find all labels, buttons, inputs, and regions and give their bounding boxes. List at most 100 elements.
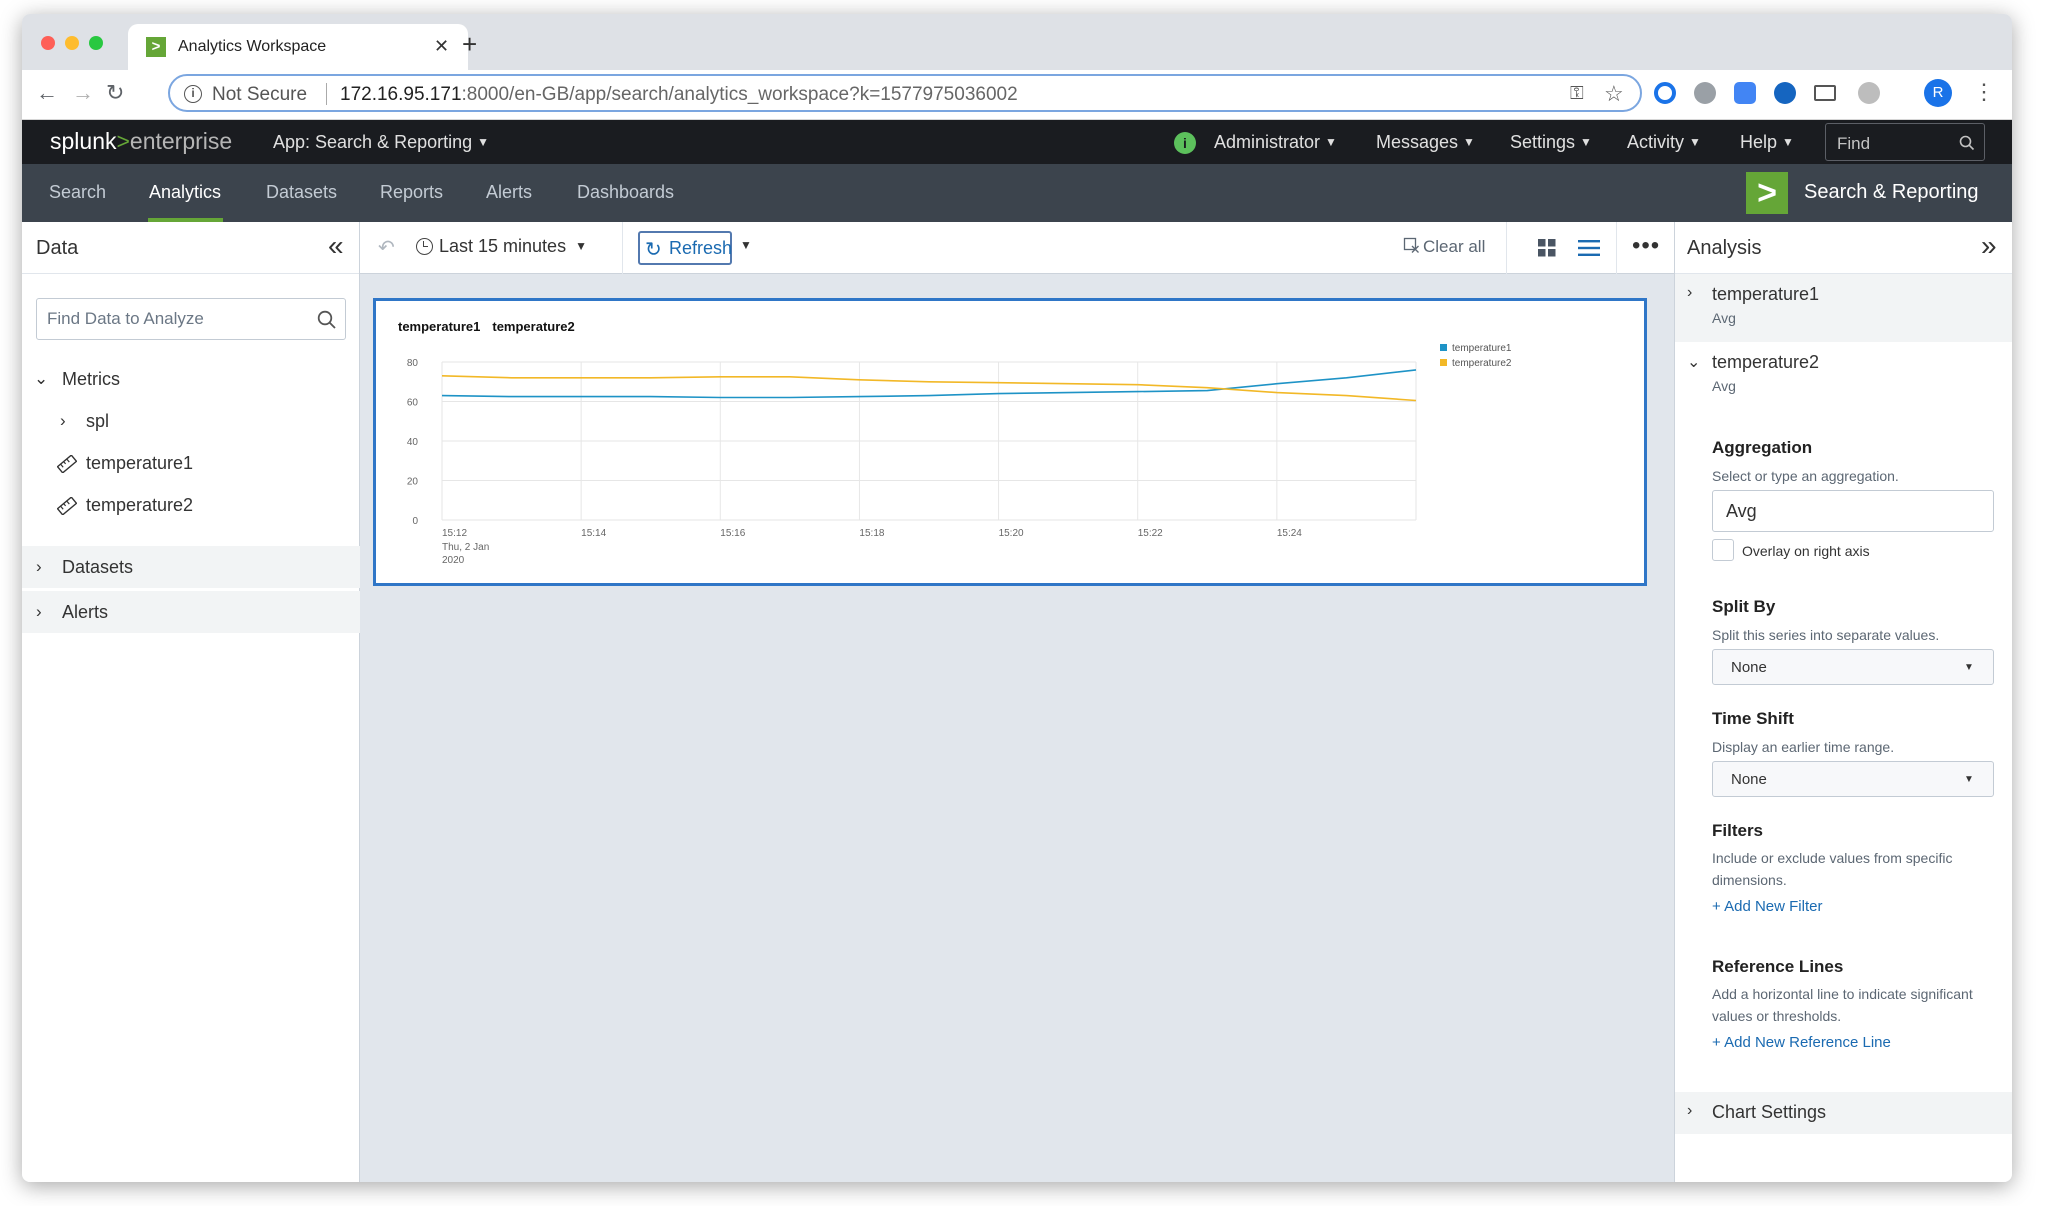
tree-label: temperature1 xyxy=(86,453,194,473)
tree-alerts[interactable]: › Alerts xyxy=(22,591,360,633)
extension-circle-icon[interactable] xyxy=(1654,82,1676,104)
extension-c-icon[interactable] xyxy=(1858,82,1880,104)
aggregation-input[interactable]: Avg xyxy=(1712,490,1994,532)
cast-icon[interactable] xyxy=(1814,85,1836,101)
activity-menu[interactable]: Activity ▼ xyxy=(1627,132,1701,153)
nav-datasets[interactable]: Datasets xyxy=(266,182,337,203)
tree-metric-temperature2[interactable]: temperature2 xyxy=(22,484,360,526)
tree-label: temperature2 xyxy=(86,495,194,515)
close-tab-icon[interactable]: ✕ xyxy=(434,36,449,57)
key-icon[interactable]: ⚿ xyxy=(1570,83,1584,104)
caret-down-icon: ▼ xyxy=(1580,135,1592,149)
tree-metrics[interactable]: ⌄ Metrics xyxy=(22,358,360,400)
y-tick-label: 0 xyxy=(412,516,418,527)
find-input[interactable]: Find xyxy=(1825,123,1985,161)
add-filter-link[interactable]: + Add New Filter xyxy=(1712,898,1822,915)
add-reference-line-link[interactable]: + Add New Reference Line xyxy=(1712,1034,1891,1051)
browser-tab[interactable]: > Analytics Workspace ✕ xyxy=(128,24,468,70)
close-window-button[interactable] xyxy=(41,36,55,50)
extension-video-icon[interactable] xyxy=(1734,82,1756,104)
find-data-input[interactable] xyxy=(47,307,307,331)
administrator-menu[interactable]: Administrator ▼ xyxy=(1214,132,1337,153)
browser-menu-icon[interactable]: ⋮ xyxy=(1973,78,1995,106)
tree-spl[interactable]: › spl xyxy=(22,400,360,442)
aggregation-value: Avg xyxy=(1726,501,1757,521)
extension-chat-icon[interactable] xyxy=(1774,82,1796,104)
nav-search[interactable]: Search xyxy=(49,182,106,203)
time-range-label: Last 15 minutes xyxy=(439,236,567,256)
chart-settings-section[interactable]: › Chart Settings xyxy=(1675,1092,2012,1134)
tree-metric-temperature1[interactable]: temperature1 xyxy=(22,442,360,484)
chevron-right-icon: › xyxy=(36,557,42,576)
tree-datasets[interactable]: › Datasets xyxy=(22,546,360,588)
app-brand-label[interactable]: Search & Reporting xyxy=(1804,181,1979,204)
x-tick-label: 15:12 xyxy=(442,528,467,539)
refresh-icon: ↻ xyxy=(645,239,662,261)
logo-enterprise: enterprise xyxy=(129,128,233,154)
time-range-picker[interactable]: Last 15 minutes ▼ xyxy=(416,236,587,257)
collapse-left-icon[interactable]: « xyxy=(328,232,344,260)
menu-label: Activity xyxy=(1627,132,1685,152)
clear-all-button[interactable]: Clear all xyxy=(1403,237,1485,257)
series-temperature1[interactable]: › temperature1 Avg xyxy=(1675,274,2012,342)
legend-swatch xyxy=(1440,359,1447,366)
chevron-right-icon: › xyxy=(60,411,66,430)
chart-panel[interactable]: temperature1 temperature2 0 20 40 60 80 15:12 1… xyxy=(373,298,1647,586)
analytics-workspace: Data « ⌄ Metrics › spl temperature1 t xyxy=(22,222,2012,1182)
toolbar-divider xyxy=(1616,222,1617,274)
security-label: Not Secure xyxy=(212,84,308,105)
toolbar-divider xyxy=(622,222,623,274)
menu-label: Help xyxy=(1740,132,1778,152)
messages-menu[interactable]: Messages ▼ xyxy=(1376,132,1475,153)
bookmark-star-icon[interactable]: ☆ xyxy=(1604,81,1624,107)
back-icon[interactable]: ← xyxy=(36,81,58,105)
address-bar[interactable]: i Not Secure 172.16.95.171:8000/en-GB/ap… xyxy=(168,74,1642,112)
list-view-icon[interactable] xyxy=(1578,239,1600,257)
info-icon[interactable]: i xyxy=(184,85,202,103)
nav-analytics[interactable]: Analytics xyxy=(149,182,221,203)
time-shift-help: Display an earlier time range. xyxy=(1712,739,1895,755)
extension-disc-icon[interactable] xyxy=(1694,82,1716,104)
find-data-search xyxy=(36,298,346,340)
app-menu[interactable]: App: Search & Reporting ▼ xyxy=(273,132,489,153)
more-options-icon[interactable]: ••• xyxy=(1632,232,1660,260)
overlay-right-axis-checkbox[interactable] xyxy=(1712,539,1734,561)
undo-icon[interactable]: ↶ xyxy=(378,235,395,260)
url-text[interactable]: 172.16.95.171:8000/en-GB/app/search/anal… xyxy=(340,84,1018,106)
split-by-select[interactable]: None ▼ xyxy=(1712,649,1994,685)
refresh-button[interactable]: ↻ Refresh xyxy=(638,231,732,265)
chevron-right-icon: › xyxy=(36,602,42,621)
tree-label: Alerts xyxy=(62,602,109,622)
settings-menu[interactable]: Settings ▼ xyxy=(1510,132,1592,153)
minimize-window-button[interactable] xyxy=(65,36,79,50)
help-menu[interactable]: Help ▼ xyxy=(1740,132,1794,153)
browser-toolbar: ← → ↻ i Not Secure 172.16.95.171:8000/en… xyxy=(22,70,2012,120)
chevron-right-icon: › xyxy=(1687,284,1693,301)
logo-splunk: splunk xyxy=(50,128,117,154)
collapse-right-icon[interactable]: » xyxy=(1981,232,1997,260)
grid-view-icon[interactable] xyxy=(1538,239,1556,257)
series-temperature2[interactable]: ⌄ temperature2 Avg xyxy=(1675,342,2012,410)
splunk-logo[interactable]: splunk>enterprise xyxy=(50,128,232,155)
maximize-window-button[interactable] xyxy=(89,36,103,50)
caret-down-icon: ▼ xyxy=(575,239,587,253)
search-icon[interactable] xyxy=(317,310,337,330)
time-shift-select[interactable]: None ▼ xyxy=(1712,761,1994,797)
legend-label: temperature1 xyxy=(1452,343,1512,354)
new-tab-button[interactable]: + xyxy=(462,31,477,57)
reload-icon[interactable]: ↻ xyxy=(106,81,124,105)
health-status-icon[interactable]: i xyxy=(1174,132,1196,154)
time-shift-title: Time Shift xyxy=(1712,709,1794,728)
refresh-options-caret-icon[interactable]: ▼ xyxy=(740,238,752,252)
search-icon xyxy=(1959,135,1975,151)
x-tick-label: 15:18 xyxy=(859,528,884,539)
caret-down-icon: ▼ xyxy=(1964,662,1974,673)
y-tick-label: 40 xyxy=(407,437,419,448)
forward-icon[interactable]: → xyxy=(72,81,94,105)
toolbar-divider xyxy=(1506,222,1507,274)
nav-alerts[interactable]: Alerts xyxy=(486,182,532,203)
legend-swatch xyxy=(1440,344,1447,351)
profile-avatar[interactable]: R xyxy=(1924,79,1952,107)
nav-reports[interactable]: Reports xyxy=(380,182,443,203)
nav-dashboards[interactable]: Dashboards xyxy=(577,182,674,203)
